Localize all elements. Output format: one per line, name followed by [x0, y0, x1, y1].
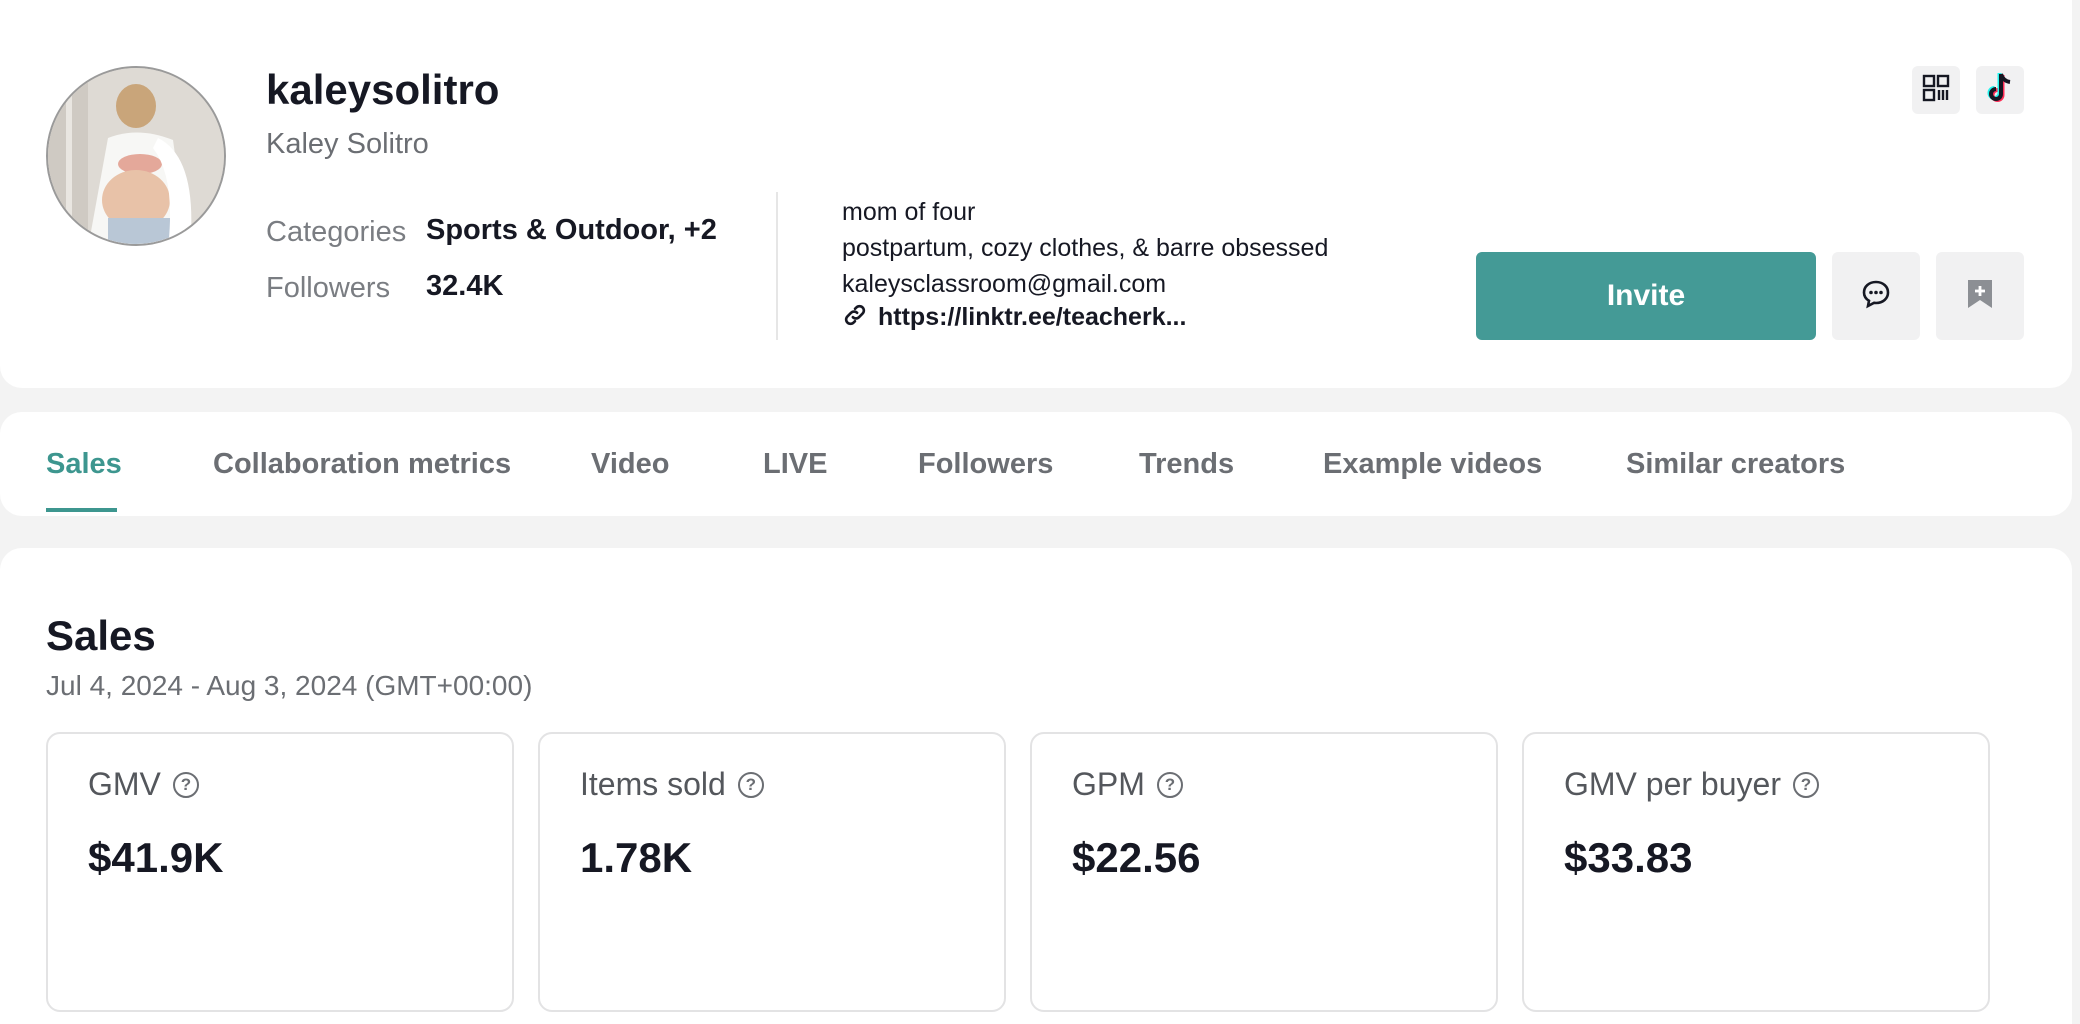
- sales-title: Sales: [46, 612, 156, 659]
- bio-line-1: mom of four: [842, 198, 976, 226]
- bio-email: kaleysclassroom@gmail.com: [842, 270, 1167, 298]
- bookmark-plus-icon: [1966, 278, 1994, 315]
- metric-value: $41.9K: [88, 834, 224, 881]
- tab-sales[interactable]: Sales: [46, 412, 122, 516]
- save-creator-button[interactable]: [1936, 252, 2024, 340]
- avatar[interactable]: [46, 66, 226, 246]
- tab-live[interactable]: LIVE: [763, 412, 827, 516]
- metric-label: GMV: [88, 766, 161, 802]
- metric-card-items-sold: Items sold ? 1.78K: [538, 732, 1006, 1012]
- bio-divider: [776, 192, 778, 340]
- categories-label: Categories: [266, 216, 407, 248]
- message-button[interactable]: [1832, 252, 1920, 340]
- tiktok-logo-icon: [1984, 71, 2016, 110]
- metric-value: $33.83: [1564, 834, 1693, 881]
- tab-example-videos[interactable]: Example videos: [1323, 412, 1542, 516]
- bio-line-2: postpartum, cozy clothes, & barre obsess…: [842, 234, 1329, 262]
- metric-card-gmv: GMV ? $41.9K: [46, 732, 514, 1012]
- tab-similar-creators[interactable]: Similar creators: [1626, 412, 1845, 516]
- help-icon[interactable]: ?: [1156, 771, 1183, 798]
- bio-link[interactable]: https://linktr.ee/teacherk...: [878, 303, 1186, 332]
- invite-button[interactable]: Invite: [1476, 252, 1816, 340]
- qr-code-icon: [1922, 74, 1950, 107]
- tab-trends[interactable]: Trends: [1139, 412, 1234, 516]
- display-name: Kaley Solitro: [266, 128, 429, 160]
- tiktok-profile-button[interactable]: [1976, 66, 2024, 114]
- link-icon: [842, 302, 868, 333]
- tab-collaboration-metrics[interactable]: Collaboration metrics: [213, 412, 511, 516]
- username: kaleysolitro: [266, 66, 500, 113]
- bio-link-row[interactable]: https://linktr.ee/teacherk...: [842, 302, 1186, 333]
- metric-label: GPM: [1072, 766, 1145, 802]
- followers-value: 32.4K: [426, 270, 504, 302]
- metric-value: 1.78K: [580, 834, 693, 881]
- metric-label: Items sold: [580, 766, 726, 802]
- metric-label: GMV per buyer: [1564, 766, 1781, 802]
- date-range: Jul 4, 2024 - Aug 3, 2024 (GMT+00:00): [46, 670, 533, 701]
- help-icon[interactable]: ?: [737, 771, 764, 798]
- tab-followers[interactable]: Followers: [918, 412, 1053, 516]
- categories-value[interactable]: Sports & Outdoor, +2: [426, 214, 717, 247]
- help-icon[interactable]: ?: [172, 771, 199, 798]
- qr-code-button[interactable]: [1912, 66, 1960, 114]
- tab-video[interactable]: Video: [591, 412, 669, 516]
- metric-card-gpm: GPM ? $22.56: [1030, 732, 1498, 1012]
- chat-bubble-icon: [1861, 279, 1891, 314]
- followers-label: Followers: [266, 272, 391, 304]
- metric-card-gmv-per-buyer: GMV per buyer ? $33.83: [1522, 732, 1990, 1012]
- active-tab-indicator: [46, 508, 117, 512]
- help-icon[interactable]: ?: [1792, 771, 1819, 798]
- metric-value: $22.56: [1072, 834, 1201, 881]
